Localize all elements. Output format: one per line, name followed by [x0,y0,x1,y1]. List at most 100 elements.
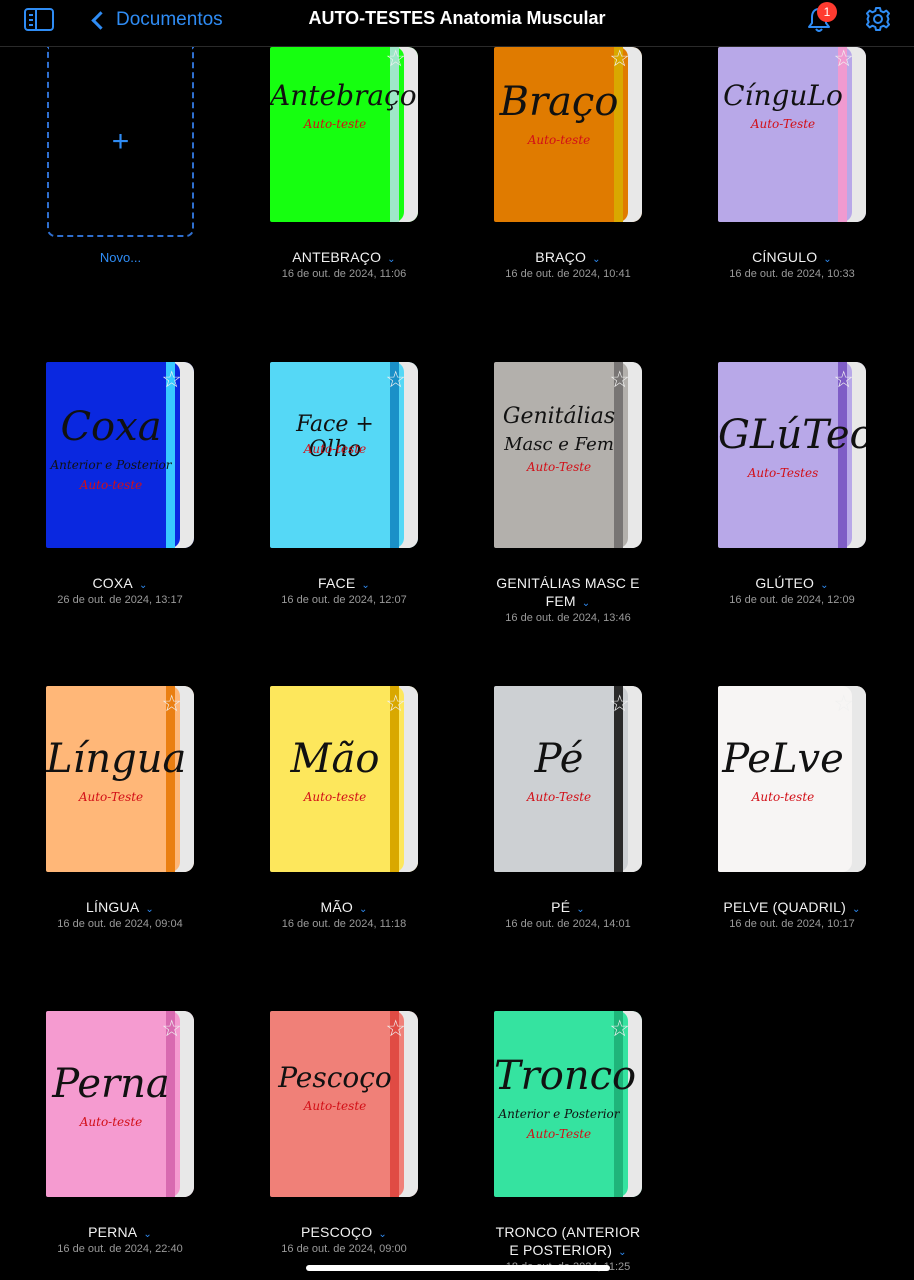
cover-title: PeLve [722,736,844,782]
favorite-star-icon[interactable]: ☆ [833,368,854,391]
cover-tag: Auto-Testes [747,466,819,480]
document-title[interactable]: BRAÇO ⌄ [478,248,658,269]
plus-icon: + [111,125,130,158]
document-cover[interactable]: ☆ Língua Auto-Teste [46,686,194,872]
document-title[interactable]: GENITÁLIAS MASC E FEM ⌄ [493,574,643,613]
favorite-star-icon[interactable]: ☆ [161,692,182,715]
chevron-down-icon[interactable]: ⌄ [145,904,154,915]
document-date: 16 de out. de 2024, 12:09 [729,594,855,606]
document-title[interactable]: MÃO ⌄ [254,898,434,919]
cover-title: Perna [52,1061,170,1107]
chevron-down-icon[interactable]: ⌄ [387,254,396,265]
document-cover[interactable]: ☆ Genitálias Masc e Fem Auto-Teste [494,362,642,548]
document-date: 16 de out. de 2024, 13:46 [505,612,631,624]
cover-title: Braço [499,79,619,125]
chevron-down-icon[interactable]: ⌄ [378,1229,387,1240]
cover-title: Coxa [60,404,162,450]
document-title[interactable]: TRONCO (ANTERIOR E POSTERIOR) ⌄ [493,1223,643,1262]
favorite-star-icon[interactable]: ☆ [609,368,630,391]
cover-title: CínguLo [723,79,843,112]
back-label: Documentos [116,9,223,30]
document-date: 16 de out. de 2024, 22:40 [57,1243,183,1255]
cover-tag: Auto-teste [79,478,143,492]
document-cover[interactable]: ☆ Antebraço Auto-teste [270,47,418,222]
favorite-star-icon[interactable]: ☆ [385,1017,406,1040]
document-title[interactable]: CÍNGULO ⌄ [702,248,882,269]
document-title-text: COXA [92,575,133,591]
document-title-text: CÍNGULO [752,249,818,265]
document-cover[interactable]: ☆ CínguLo Auto-Teste [718,47,866,222]
cover-title: GLúTeo [718,412,866,458]
document-title[interactable]: GLÚTEO ⌄ [702,574,882,595]
document-cover[interactable]: ☆ Mão Auto-teste [270,686,418,872]
document-title-text: PERNA [88,1224,138,1240]
document-title[interactable]: PELVE (QUADRIL) ⌄ [702,898,882,919]
cover-tag: Auto-teste [303,1099,367,1113]
document-cover[interactable]: ☆ PeLve Auto-teste [718,686,866,872]
document-cover[interactable]: ☆ Face + Olho Auto-teste [270,362,418,548]
chevron-down-icon[interactable]: ⌄ [582,598,591,609]
document-title[interactable]: ANTEBRAÇO ⌄ [254,248,434,269]
document-cover[interactable]: ☆ Pé Auto-Teste [494,686,642,872]
document-title[interactable]: PESCOÇO ⌄ [254,1223,434,1244]
cover-ribbon [838,47,847,222]
document-title[interactable]: PERNA ⌄ [30,1223,210,1244]
document-title[interactable]: PÉ ⌄ [478,898,658,919]
chevron-down-icon[interactable]: ⌄ [576,904,585,915]
cover-tag: Auto-teste [79,1115,143,1129]
favorite-star-icon[interactable]: ☆ [609,1017,630,1040]
chevron-down-icon[interactable]: ⌄ [820,580,829,591]
new-document-button[interactable]: + [47,47,194,237]
document-title-text: LÍNGUA [86,899,140,915]
chevron-down-icon[interactable]: ⌄ [139,580,148,591]
cover-tag: Auto-teste [527,133,591,147]
chevron-down-icon[interactable]: ⌄ [823,254,832,265]
home-indicator[interactable] [306,1265,610,1271]
chevron-down-icon[interactable]: ⌄ [592,254,601,265]
favorite-star-icon[interactable]: ☆ [385,368,406,391]
document-title[interactable]: LÍNGUA ⌄ [30,898,210,919]
favorite-star-icon[interactable]: ☆ [833,47,854,70]
cover-tag: Auto-Teste [78,790,144,804]
favorite-star-icon[interactable]: ☆ [161,1017,182,1040]
document-cover[interactable]: ☆ GLúTeo Auto-Testes [718,362,866,548]
gear-icon[interactable] [865,6,891,32]
favorite-star-icon[interactable]: ☆ [385,47,406,70]
document-title[interactable]: FACE ⌄ [254,574,434,595]
cover-tag: Auto-Teste [526,460,592,474]
favorite-star-icon[interactable]: ☆ [161,368,182,391]
chevron-down-icon[interactable]: ⌄ [143,1229,152,1240]
favorite-star-icon[interactable]: ☆ [833,692,854,715]
cover-title: Antebraço [270,79,417,112]
cover-title: Genitálias [502,404,616,429]
document-title[interactable]: COXA ⌄ [30,574,210,595]
cover-title: Língua [46,736,187,782]
document-cover[interactable]: ☆ Coxa Anterior e Posterior Auto-teste [46,362,194,548]
document-cover[interactable]: ☆ Perna Auto-teste [46,1011,194,1197]
cover-tag: Auto-Teste [526,1127,592,1141]
favorite-star-icon[interactable]: ☆ [609,692,630,715]
document-cover[interactable]: ☆ Tronco Anterior e Posterior Auto-Teste [494,1011,642,1197]
chevron-down-icon[interactable]: ⌄ [361,580,370,591]
document-title-text: PÉ [551,899,571,915]
chevron-down-icon[interactable]: ⌄ [618,1247,627,1258]
cover-title: Mão [290,736,380,782]
chevron-down-icon[interactable]: ⌄ [852,904,861,915]
document-cover[interactable]: ☆ Pescoço Auto-teste [270,1011,418,1197]
favorite-star-icon[interactable]: ☆ [609,47,630,70]
cover-subtitle: Masc e Fem [504,434,614,455]
document-date: 16 de out. de 2024, 11:06 [281,268,407,280]
document-cover[interactable]: ☆ Braço Auto-teste [494,47,642,222]
back-button[interactable]: Documentos [88,7,223,33]
document-title-text: GENITÁLIAS MASC E FEM [496,575,640,609]
new-document-label[interactable]: Novo... [47,250,194,265]
chevron-down-icon[interactable]: ⌄ [359,904,368,915]
document-title-text: FACE [318,575,356,591]
document-date: 16 de out. de 2024, 10:41 [505,268,631,280]
cover-tag: Auto-teste [751,790,815,804]
favorite-star-icon[interactable]: ☆ [385,692,406,715]
cover-title: Tronco [494,1053,637,1099]
sidebar-toggle-icon[interactable] [24,8,54,31]
document-date: 16 de out. de 2024, 09:00 [281,1243,407,1255]
document-date: 16 de out. de 2024, 12:07 [281,594,407,606]
